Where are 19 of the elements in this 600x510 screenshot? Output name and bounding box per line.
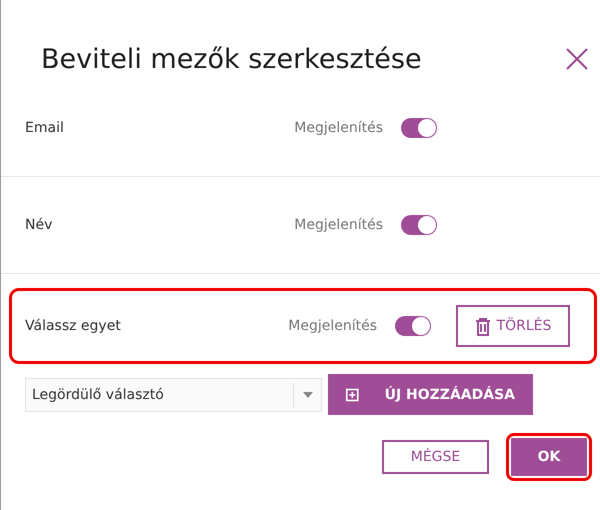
close-icon[interactable] [566, 48, 588, 70]
add-new-button[interactable]: ÚJ HOZZÁADÁSA [328, 374, 533, 415]
toggle-label: Megjelenítés [294, 120, 383, 136]
caret-icon [303, 392, 313, 398]
delete-button[interactable]: TÖRLÉS [456, 305, 570, 347]
toggle-label: Megjelenítés [288, 318, 377, 334]
field-label: Válassz egyet [25, 318, 122, 334]
cancel-button[interactable]: MÉGSE [382, 440, 489, 474]
ok-button[interactable]: OK [511, 438, 587, 476]
dialog-title: Beviteli mezők szerkesztése [41, 44, 422, 74]
field-label: Név [25, 217, 54, 233]
toggle-label: Megjelenítés [294, 217, 383, 233]
field-label: Email [25, 120, 65, 136]
toggle-switch[interactable] [401, 215, 437, 235]
plus-square-icon [346, 386, 359, 402]
dropdown-field[interactable]: Legördülő választó [25, 378, 322, 412]
toggle-switch[interactable] [401, 118, 437, 138]
trash-icon [474, 316, 491, 336]
toggle-switch[interactable] [395, 316, 431, 336]
